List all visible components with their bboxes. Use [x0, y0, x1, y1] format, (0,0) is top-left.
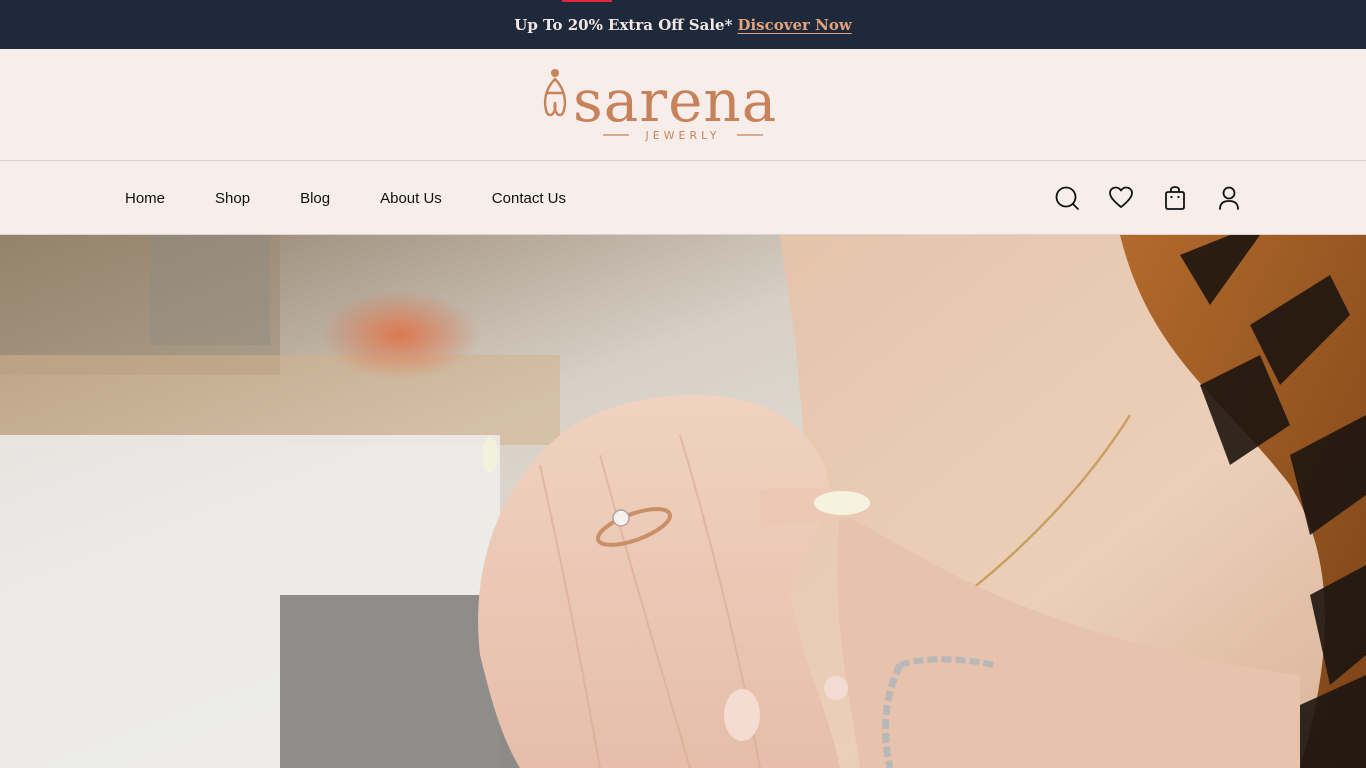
discover-now-link[interactable]: Discover Now	[737, 16, 851, 34]
nav-item-blog[interactable]: Blog	[300, 190, 330, 207]
nav-item-contact-us[interactable]: Contact Us	[492, 190, 566, 207]
user-icon[interactable]	[1214, 183, 1244, 213]
nav-item-shop[interactable]: Shop	[215, 190, 250, 207]
promo-text: Up To 20% Extra Off Sale*	[514, 15, 733, 34]
brand-tagline: JEWERLY	[644, 129, 720, 142]
nav-item-about-us[interactable]: About Us	[380, 190, 442, 207]
figure-icon	[543, 69, 567, 117]
brand-name: sarena	[573, 67, 777, 135]
logo-bar: sarena JEWERLY	[0, 49, 1366, 161]
nav-icons	[1052, 161, 1244, 235]
nav-item-home[interactable]: Home	[125, 190, 165, 207]
promo-accent-line	[562, 0, 612, 2]
brand-logo[interactable]: sarena JEWERLY	[541, 67, 825, 143]
bag-icon[interactable]	[1160, 183, 1190, 213]
nav-links: Home Shop Blog About Us Contact Us	[125, 161, 616, 235]
main-nav: Home Shop Blog About Us Contact Us	[0, 161, 1366, 235]
hero-image	[0, 235, 1366, 768]
heart-icon[interactable]	[1106, 183, 1136, 213]
search-icon[interactable]	[1052, 183, 1082, 213]
promo-bar: Up To 20% Extra Off Sale* Discover Now	[0, 0, 1366, 49]
